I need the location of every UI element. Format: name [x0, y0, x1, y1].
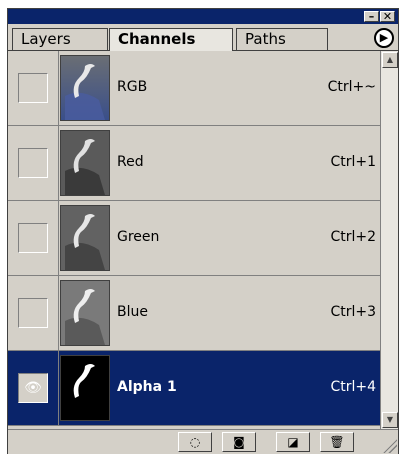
- channel-name: Blue: [117, 304, 148, 320]
- channel-thumbnail-red: [60, 130, 110, 196]
- channel-row-blue[interactable]: Blue Ctrl+3: [8, 276, 380, 351]
- channel-name: RGB: [117, 79, 148, 95]
- row-divider: [58, 126, 59, 200]
- new-channel-button[interactable]: ◪: [276, 432, 310, 452]
- arrow-down-icon: ▼: [386, 415, 394, 424]
- close-button[interactable]: ✕: [380, 11, 395, 22]
- channel-name: Red: [117, 154, 144, 170]
- visibility-toggle[interactable]: [18, 298, 48, 328]
- channel-name: Green: [117, 229, 160, 245]
- row-divider: [58, 276, 59, 350]
- channel-row-alpha-1[interactable]: 👁 Alpha 1 Ctrl+4: [8, 351, 380, 426]
- channel-shortcut: Ctrl+1: [330, 154, 376, 170]
- tab-bar: Layers Channels Paths ▶: [8, 24, 398, 51]
- new-channel-icon: ◪: [287, 435, 299, 449]
- load-channel-as-selection-button[interactable]: ◌: [178, 432, 212, 452]
- channel-shortcut: Ctrl+3: [330, 304, 376, 320]
- channel-thumbnail-rgb: [60, 55, 110, 121]
- row-divider: [58, 201, 59, 275]
- tab-layers[interactable]: Layers: [12, 28, 108, 50]
- scroll-up-button[interactable]: ▲: [382, 52, 398, 68]
- channel-list: RGB Ctrl+~ Red Ctrl+1 Green Ctrl+2 Blue …: [8, 51, 380, 429]
- palette-menu-button[interactable]: ▶: [374, 28, 394, 48]
- visibility-toggle[interactable]: 👁: [18, 373, 48, 403]
- palette-titlebar[interactable]: – ✕: [8, 9, 398, 24]
- tab-paths[interactable]: Paths: [236, 28, 328, 50]
- channel-row-rgb[interactable]: RGB Ctrl+~: [8, 51, 380, 126]
- channel-thumbnail-blue: [60, 280, 110, 346]
- save-selection-as-channel-button[interactable]: ◙: [222, 432, 256, 452]
- visibility-toggle[interactable]: [18, 148, 48, 178]
- row-divider: [58, 351, 59, 425]
- visibility-toggle[interactable]: [18, 73, 48, 103]
- channels-palette: – ✕ Layers Channels Paths ▶ RGB Ctrl+~ R…: [7, 8, 399, 454]
- delete-channel-button[interactable]: 🗑: [320, 432, 354, 452]
- channel-row-green[interactable]: Green Ctrl+2: [8, 201, 380, 276]
- arrow-up-icon: ▲: [386, 55, 394, 64]
- eye-icon: 👁: [24, 380, 42, 396]
- scroll-down-button[interactable]: ▼: [382, 412, 398, 428]
- row-divider: [58, 51, 59, 125]
- channel-row-red[interactable]: Red Ctrl+1: [8, 126, 380, 201]
- dotted-circle-icon: ◌: [189, 435, 201, 449]
- channel-name: Alpha 1: [117, 379, 177, 395]
- menu-arrow-icon: ▶: [379, 31, 389, 44]
- resize-grip[interactable]: [383, 439, 397, 453]
- vertical-scrollbar[interactable]: ▲ ▼: [380, 51, 398, 429]
- channel-thumbnail-green: [60, 205, 110, 271]
- palette-footer: ◌ ◙ ◪ 🗑: [8, 429, 398, 454]
- channel-shortcut: Ctrl+~: [327, 79, 376, 95]
- tab-channels[interactable]: Channels: [109, 28, 233, 51]
- channel-shortcut: Ctrl+4: [330, 379, 376, 395]
- minimize-button[interactable]: –: [364, 11, 379, 22]
- visibility-toggle[interactable]: [18, 223, 48, 253]
- save-selection-icon: ◙: [233, 435, 245, 449]
- channel-shortcut: Ctrl+2: [330, 229, 376, 245]
- channel-thumbnail-alpha-1: [60, 355, 110, 421]
- trash-icon: 🗑: [329, 435, 345, 449]
